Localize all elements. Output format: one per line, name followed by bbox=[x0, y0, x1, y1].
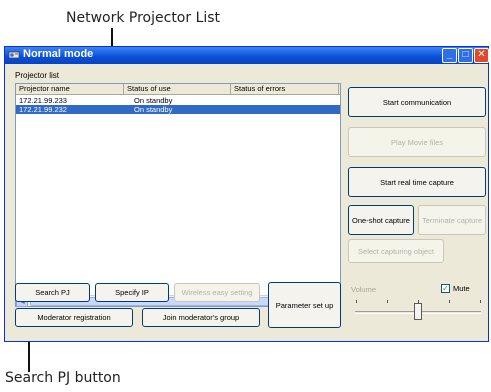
projector-list-label: Projector list bbox=[15, 71, 60, 80]
maximize-icon: □ bbox=[462, 49, 469, 60]
maximize-button[interactable]: □ bbox=[458, 48, 473, 63]
parameter-setup-button[interactable]: Parameter set up bbox=[268, 282, 341, 328]
cell-projector-name: 172.21.99.233 bbox=[19, 96, 67, 105]
slider-tick bbox=[449, 300, 450, 303]
moderator-registration-button[interactable]: Moderator registration bbox=[15, 308, 133, 327]
wireless-easy-setting-button[interactable]: Wireless easy setting bbox=[174, 283, 260, 302]
volume-label: Volume bbox=[351, 285, 377, 294]
table-row[interactable]: 172.21.99.232 On standby bbox=[16, 105, 340, 114]
minimize-button[interactable]: _ bbox=[442, 48, 457, 63]
select-capturing-object-button[interactable]: Select capturing object bbox=[348, 239, 444, 263]
start-communication-button[interactable]: Start communication bbox=[348, 87, 486, 117]
slider-tick bbox=[480, 300, 481, 303]
title-bar[interactable]: Normal mode _ □ ✕ bbox=[5, 47, 489, 64]
list-header: Projector name Status of use Status of e… bbox=[16, 84, 340, 95]
one-shot-capture-button[interactable]: One-shot capture bbox=[348, 205, 414, 235]
terminate-capture-button[interactable]: Terminate capture bbox=[418, 205, 486, 235]
slider-tick bbox=[356, 300, 357, 303]
table-row[interactable]: 172.21.99.233 On standby bbox=[16, 96, 340, 105]
column-projector-name[interactable]: Projector name bbox=[16, 84, 124, 95]
cell-status-of-use: On standby bbox=[134, 105, 173, 114]
cell-projector-name: 172.21.99.232 bbox=[19, 105, 67, 114]
minimize-icon: _ bbox=[446, 49, 453, 60]
network-projector-list-callout: Network Projector List bbox=[66, 10, 221, 26]
mute-label: Mute bbox=[453, 284, 470, 293]
window-title: Normal mode bbox=[23, 48, 94, 60]
specify-ip-button[interactable]: Specify IP bbox=[95, 283, 169, 302]
column-status-of-use[interactable]: Status of use bbox=[124, 84, 231, 95]
checkmark-icon[interactable]: ✓ bbox=[441, 284, 450, 293]
search-pj-button[interactable]: Search PJ bbox=[15, 283, 90, 302]
network-projector-list[interactable]: Projector name Status of use Status of e… bbox=[15, 83, 341, 307]
slider-tick bbox=[387, 300, 388, 303]
close-icon: ✕ bbox=[477, 49, 486, 60]
play-movie-button[interactable]: Play Movie files bbox=[348, 127, 486, 157]
column-status-of-errors[interactable]: Status of errors bbox=[231, 84, 339, 95]
join-moderators-group-button[interactable]: Join moderator's group bbox=[142, 308, 260, 327]
start-capture-button[interactable]: Start real time capture bbox=[348, 167, 486, 197]
mute-checkbox[interactable]: ✓ Mute bbox=[441, 284, 470, 293]
volume-slider-thumb[interactable] bbox=[414, 303, 422, 320]
projector-app-icon bbox=[8, 51, 20, 59]
normal-mode-window: Normal mode _ □ ✕ Projector list Project… bbox=[4, 46, 489, 342]
cell-status-of-use: On standby bbox=[134, 96, 173, 105]
close-button[interactable]: ✕ bbox=[474, 48, 489, 63]
search-pj-callout: Search PJ button bbox=[5, 370, 121, 386]
